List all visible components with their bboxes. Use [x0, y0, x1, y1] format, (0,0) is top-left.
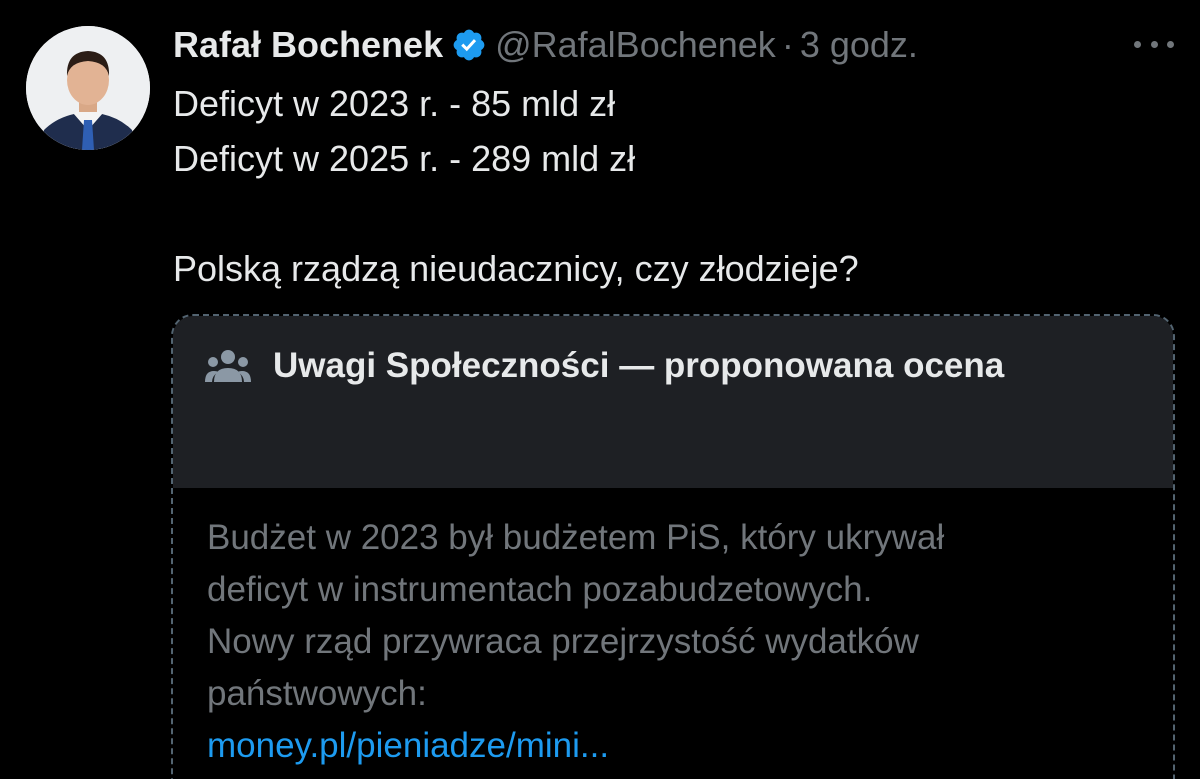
author-handle[interactable]: @RafalBochenek — [495, 24, 776, 66]
note-line: deficyt w instrumentach pozabudzetowych. — [207, 570, 873, 609]
note-line: Nowy rząd przywraca przejrzystość wydatk… — [207, 622, 919, 661]
note-line: państwowych: — [207, 674, 427, 713]
tweet-header: Rafał Bochenek @RafalBochenek · 3 godz. — [173, 20, 918, 70]
tweet-text: Deficyt w 2023 r. - 85 mld zł Deficyt w … — [173, 76, 1163, 296]
tweet-line: Deficyt w 2023 r. - 85 mld zł — [173, 83, 616, 124]
community-note-title: Uwagi Społeczności — proponowana ocena — [273, 346, 1005, 385]
more-options-icon[interactable] — [1134, 36, 1174, 52]
header-separator: · — [781, 24, 794, 65]
verified-badge-icon[interactable] — [451, 27, 487, 63]
note-link-line: money.pl/pieniadze/mini... — [207, 720, 1157, 772]
community-note-header: Uwagi Społeczności — proponowana ocena — [173, 316, 1173, 488]
note-line: Budżet w 2023 był budżetem PiS, który uk… — [207, 518, 945, 557]
avatar[interactable] — [26, 26, 150, 150]
author-name[interactable]: Rafał Bochenek — [173, 24, 443, 66]
community-note-card[interactable]: Uwagi Społeczności — proponowana ocena B… — [171, 314, 1175, 779]
tweet-line: Deficyt w 2025 r. - 289 mld zł — [173, 138, 636, 179]
tweet-line: Polską rządzą nieudacznicy, czy złodziej… — [173, 248, 859, 289]
note-source-link[interactable]: money.pl/pieniadze/mini... — [207, 726, 609, 765]
timestamp[interactable]: 3 godz. — [800, 24, 918, 66]
community-note-body: Budżet w 2023 był budżetem PiS, który uk… — [207, 512, 1157, 772]
people-icon — [205, 348, 251, 386]
avatar-photo — [26, 26, 150, 150]
